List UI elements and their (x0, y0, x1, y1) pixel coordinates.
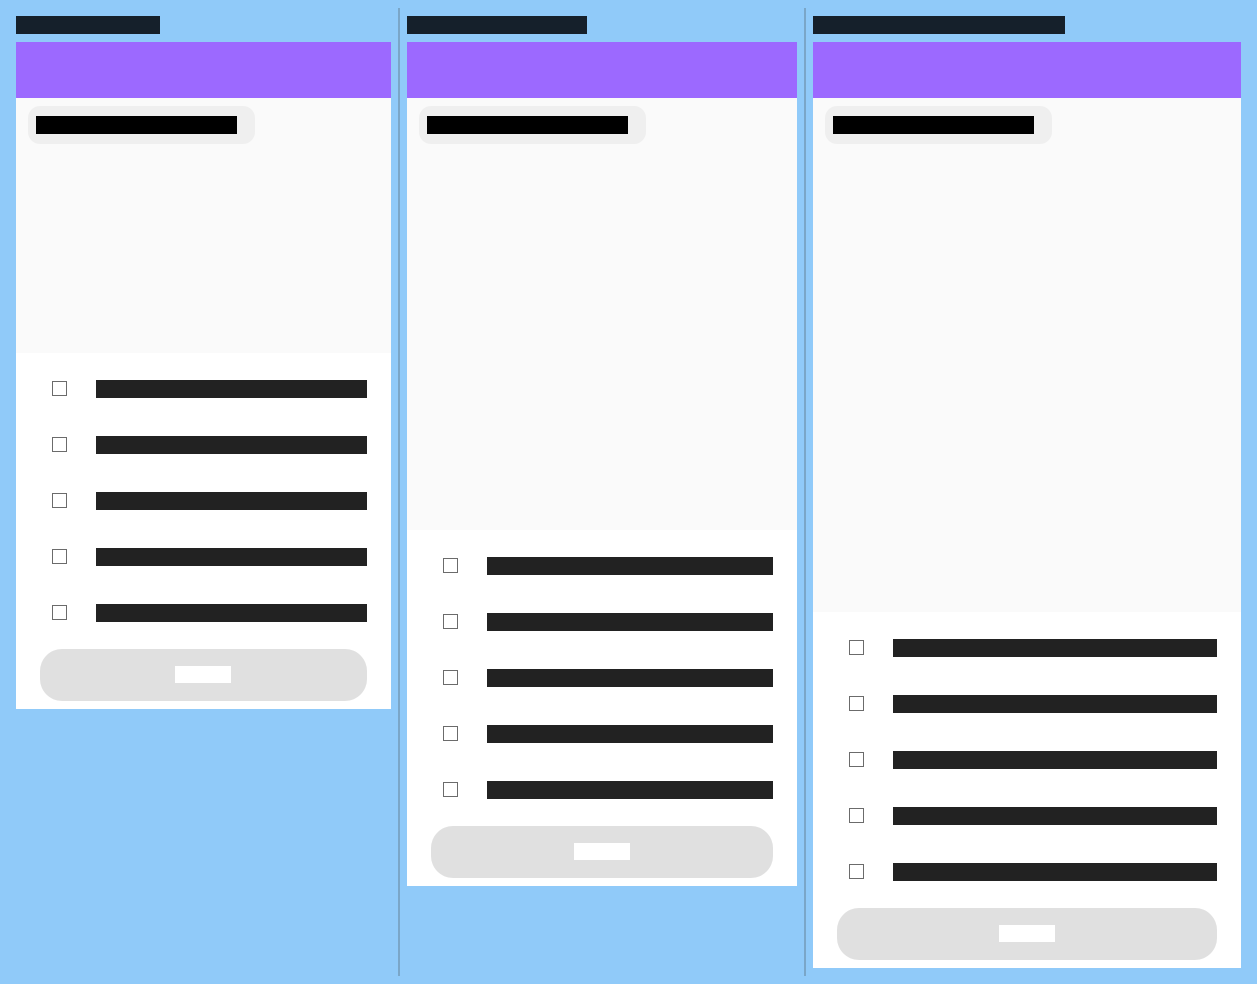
option-label-redacted (487, 781, 773, 799)
options-list (407, 530, 797, 886)
checkbox[interactable] (849, 752, 864, 767)
chat-panel (16, 42, 391, 709)
chat-header (813, 42, 1241, 98)
option-label-redacted (893, 695, 1217, 713)
variant-column-3 (813, 16, 1241, 968)
option-row[interactable] (407, 669, 797, 689)
option-label-redacted (893, 863, 1217, 881)
option-label-redacted (96, 492, 367, 510)
checkbox[interactable] (443, 558, 458, 573)
message-area (407, 98, 797, 530)
option-row[interactable] (813, 863, 1241, 883)
checkbox[interactable] (443, 670, 458, 685)
chat-panel (813, 42, 1241, 968)
option-label-redacted (487, 669, 773, 687)
option-row[interactable] (407, 781, 797, 801)
chat-panel (407, 42, 797, 886)
variant-column-2 (407, 16, 797, 886)
variant-title-redacted (407, 16, 587, 34)
column-divider (804, 8, 806, 976)
message-bubble (825, 106, 1052, 144)
option-label-redacted (96, 436, 367, 454)
submit-label-redacted (999, 925, 1055, 942)
checkbox[interactable] (52, 381, 67, 396)
option-label-redacted (487, 557, 773, 575)
option-label-redacted (96, 548, 367, 566)
option-row[interactable] (16, 436, 391, 456)
option-row[interactable] (16, 548, 391, 568)
screen (0, 0, 1257, 984)
message-text-redacted (427, 116, 628, 134)
option-row[interactable] (16, 380, 391, 400)
variant-title-redacted (16, 16, 160, 34)
submit-label-redacted (574, 843, 630, 860)
option-row[interactable] (813, 639, 1241, 659)
chat-header (407, 42, 797, 98)
options-list (16, 353, 391, 709)
option-row[interactable] (16, 492, 391, 512)
message-bubble (28, 106, 255, 144)
checkbox[interactable] (443, 614, 458, 629)
option-row[interactable] (407, 725, 797, 745)
checkbox[interactable] (849, 808, 864, 823)
option-row[interactable] (407, 557, 797, 577)
option-row[interactable] (16, 604, 391, 624)
option-row[interactable] (813, 807, 1241, 827)
checkbox[interactable] (849, 864, 864, 879)
chat-header (16, 42, 391, 98)
option-row[interactable] (407, 613, 797, 633)
checkbox[interactable] (443, 726, 458, 741)
checkbox[interactable] (52, 549, 67, 564)
checkbox[interactable] (52, 437, 67, 452)
message-bubble (419, 106, 646, 144)
checkbox[interactable] (849, 696, 864, 711)
message-text-redacted (833, 116, 1034, 134)
variant-title-redacted (813, 16, 1065, 34)
message-text-redacted (36, 116, 237, 134)
option-label-redacted (893, 639, 1217, 657)
checkbox[interactable] (849, 640, 864, 655)
checkbox[interactable] (443, 782, 458, 797)
option-label-redacted (96, 380, 367, 398)
option-row[interactable] (813, 695, 1241, 715)
option-label-redacted (893, 807, 1217, 825)
submit-label-redacted (175, 666, 231, 683)
option-label-redacted (893, 751, 1217, 769)
submit-button[interactable] (40, 649, 367, 701)
message-area (16, 98, 391, 353)
variant-column-1 (16, 16, 391, 709)
option-row[interactable] (813, 751, 1241, 771)
checkbox[interactable] (52, 605, 67, 620)
message-area (813, 98, 1241, 612)
column-divider (398, 8, 400, 976)
option-label-redacted (487, 725, 773, 743)
submit-button[interactable] (837, 908, 1217, 960)
option-label-redacted (487, 613, 773, 631)
submit-button[interactable] (431, 826, 773, 878)
checkbox[interactable] (52, 493, 67, 508)
options-list (813, 612, 1241, 968)
option-label-redacted (96, 604, 367, 622)
